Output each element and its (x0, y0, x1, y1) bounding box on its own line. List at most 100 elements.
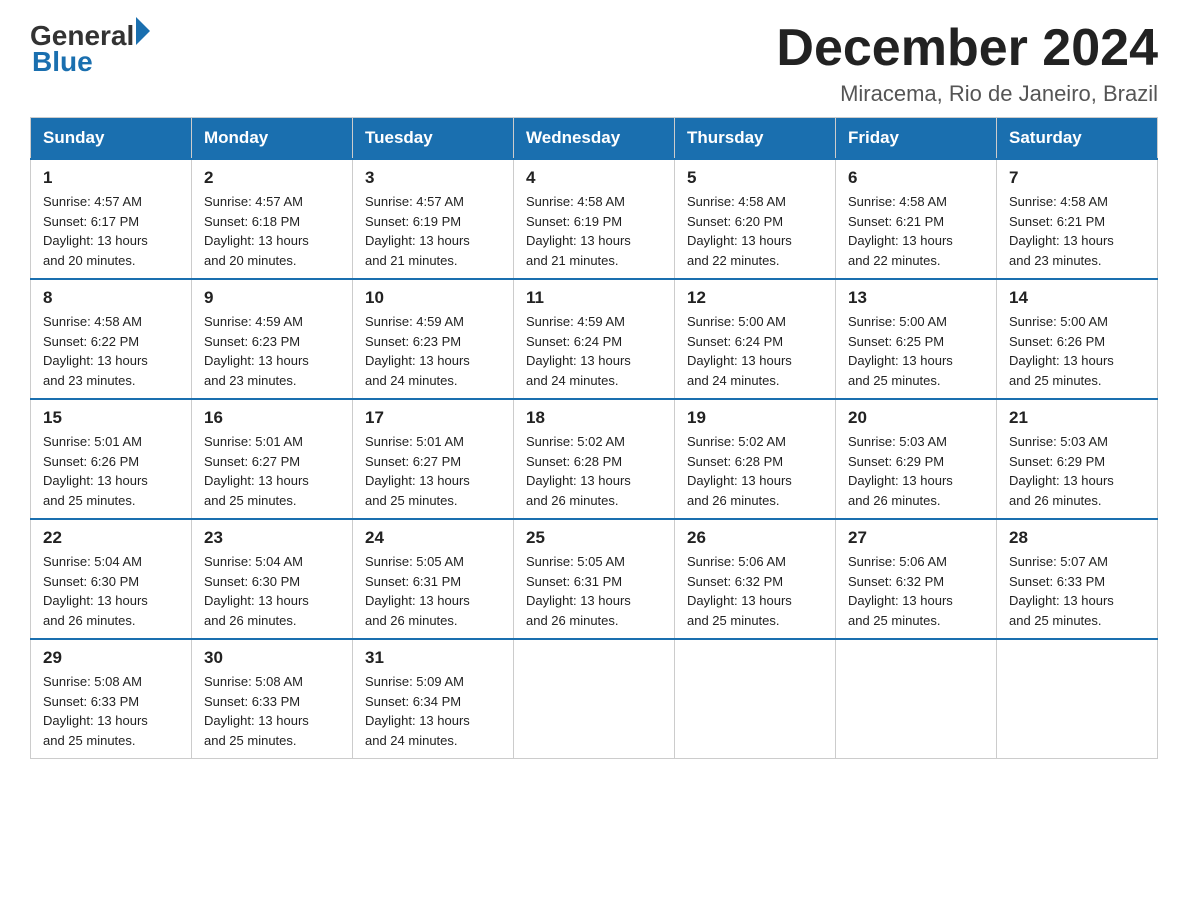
day-number: 19 (687, 408, 823, 428)
calendar-cell: 22 Sunrise: 5:04 AM Sunset: 6:30 PM Dayl… (31, 519, 192, 639)
day-number: 12 (687, 288, 823, 308)
day-number: 16 (204, 408, 340, 428)
calendar-cell: 28 Sunrise: 5:07 AM Sunset: 6:33 PM Dayl… (997, 519, 1158, 639)
calendar-cell: 7 Sunrise: 4:58 AM Sunset: 6:21 PM Dayli… (997, 159, 1158, 279)
calendar-cell: 26 Sunrise: 5:06 AM Sunset: 6:32 PM Dayl… (675, 519, 836, 639)
month-title: December 2024 (776, 20, 1158, 77)
calendar-cell: 2 Sunrise: 4:57 AM Sunset: 6:18 PM Dayli… (192, 159, 353, 279)
day-info: Sunrise: 4:59 AM Sunset: 6:23 PM Dayligh… (204, 312, 340, 390)
week-row-4: 22 Sunrise: 5:04 AM Sunset: 6:30 PM Dayl… (31, 519, 1158, 639)
header-wednesday: Wednesday (514, 118, 675, 160)
calendar-cell: 27 Sunrise: 5:06 AM Sunset: 6:32 PM Dayl… (836, 519, 997, 639)
logo: General Blue (30, 20, 150, 78)
calendar-cell: 20 Sunrise: 5:03 AM Sunset: 6:29 PM Dayl… (836, 399, 997, 519)
calendar-cell: 21 Sunrise: 5:03 AM Sunset: 6:29 PM Dayl… (997, 399, 1158, 519)
day-info: Sunrise: 5:08 AM Sunset: 6:33 PM Dayligh… (43, 672, 179, 750)
day-number: 4 (526, 168, 662, 188)
calendar-cell: 12 Sunrise: 5:00 AM Sunset: 6:24 PM Dayl… (675, 279, 836, 399)
day-number: 14 (1009, 288, 1145, 308)
calendar-cell: 13 Sunrise: 5:00 AM Sunset: 6:25 PM Dayl… (836, 279, 997, 399)
calendar-cell: 18 Sunrise: 5:02 AM Sunset: 6:28 PM Dayl… (514, 399, 675, 519)
day-number: 11 (526, 288, 662, 308)
day-number: 9 (204, 288, 340, 308)
day-number: 1 (43, 168, 179, 188)
calendar-cell: 17 Sunrise: 5:01 AM Sunset: 6:27 PM Dayl… (353, 399, 514, 519)
calendar-header: SundayMondayTuesdayWednesdayThursdayFrid… (31, 118, 1158, 160)
week-row-1: 1 Sunrise: 4:57 AM Sunset: 6:17 PM Dayli… (31, 159, 1158, 279)
calendar-cell: 11 Sunrise: 4:59 AM Sunset: 6:24 PM Dayl… (514, 279, 675, 399)
calendar-cell (836, 639, 997, 759)
calendar-table: SundayMondayTuesdayWednesdayThursdayFrid… (30, 117, 1158, 759)
day-info: Sunrise: 5:02 AM Sunset: 6:28 PM Dayligh… (687, 432, 823, 510)
header-monday: Monday (192, 118, 353, 160)
day-number: 8 (43, 288, 179, 308)
header-tuesday: Tuesday (353, 118, 514, 160)
day-info: Sunrise: 5:03 AM Sunset: 6:29 PM Dayligh… (848, 432, 984, 510)
calendar-cell (514, 639, 675, 759)
day-info: Sunrise: 5:05 AM Sunset: 6:31 PM Dayligh… (526, 552, 662, 630)
day-info: Sunrise: 5:00 AM Sunset: 6:24 PM Dayligh… (687, 312, 823, 390)
day-info: Sunrise: 5:01 AM Sunset: 6:26 PM Dayligh… (43, 432, 179, 510)
day-number: 24 (365, 528, 501, 548)
day-number: 30 (204, 648, 340, 668)
day-number: 6 (848, 168, 984, 188)
calendar-cell (675, 639, 836, 759)
day-info: Sunrise: 5:08 AM Sunset: 6:33 PM Dayligh… (204, 672, 340, 750)
day-info: Sunrise: 4:58 AM Sunset: 6:21 PM Dayligh… (848, 192, 984, 270)
header-row: SundayMondayTuesdayWednesdayThursdayFrid… (31, 118, 1158, 160)
day-info: Sunrise: 5:05 AM Sunset: 6:31 PM Dayligh… (365, 552, 501, 630)
day-number: 29 (43, 648, 179, 668)
week-row-2: 8 Sunrise: 4:58 AM Sunset: 6:22 PM Dayli… (31, 279, 1158, 399)
header-sunday: Sunday (31, 118, 192, 160)
day-info: Sunrise: 5:00 AM Sunset: 6:26 PM Dayligh… (1009, 312, 1145, 390)
calendar-cell: 16 Sunrise: 5:01 AM Sunset: 6:27 PM Dayl… (192, 399, 353, 519)
day-info: Sunrise: 5:01 AM Sunset: 6:27 PM Dayligh… (204, 432, 340, 510)
day-info: Sunrise: 5:00 AM Sunset: 6:25 PM Dayligh… (848, 312, 984, 390)
day-number: 26 (687, 528, 823, 548)
title-area: December 2024 Miracema, Rio de Janeiro, … (776, 20, 1158, 107)
day-info: Sunrise: 5:09 AM Sunset: 6:34 PM Dayligh… (365, 672, 501, 750)
day-info: Sunrise: 4:59 AM Sunset: 6:23 PM Dayligh… (365, 312, 501, 390)
day-info: Sunrise: 5:02 AM Sunset: 6:28 PM Dayligh… (526, 432, 662, 510)
day-number: 5 (687, 168, 823, 188)
day-info: Sunrise: 5:01 AM Sunset: 6:27 PM Dayligh… (365, 432, 501, 510)
week-row-5: 29 Sunrise: 5:08 AM Sunset: 6:33 PM Dayl… (31, 639, 1158, 759)
day-number: 7 (1009, 168, 1145, 188)
day-info: Sunrise: 5:07 AM Sunset: 6:33 PM Dayligh… (1009, 552, 1145, 630)
calendar-cell: 6 Sunrise: 4:58 AM Sunset: 6:21 PM Dayli… (836, 159, 997, 279)
header-saturday: Saturday (997, 118, 1158, 160)
day-number: 2 (204, 168, 340, 188)
header-friday: Friday (836, 118, 997, 160)
day-number: 28 (1009, 528, 1145, 548)
day-info: Sunrise: 4:57 AM Sunset: 6:17 PM Dayligh… (43, 192, 179, 270)
day-number: 25 (526, 528, 662, 548)
day-number: 17 (365, 408, 501, 428)
calendar-cell: 19 Sunrise: 5:02 AM Sunset: 6:28 PM Dayl… (675, 399, 836, 519)
day-info: Sunrise: 4:58 AM Sunset: 6:21 PM Dayligh… (1009, 192, 1145, 270)
calendar-cell: 4 Sunrise: 4:58 AM Sunset: 6:19 PM Dayli… (514, 159, 675, 279)
day-info: Sunrise: 4:59 AM Sunset: 6:24 PM Dayligh… (526, 312, 662, 390)
calendar-cell: 24 Sunrise: 5:05 AM Sunset: 6:31 PM Dayl… (353, 519, 514, 639)
calendar-cell: 8 Sunrise: 4:58 AM Sunset: 6:22 PM Dayli… (31, 279, 192, 399)
calendar-cell: 23 Sunrise: 5:04 AM Sunset: 6:30 PM Dayl… (192, 519, 353, 639)
calendar-cell: 10 Sunrise: 4:59 AM Sunset: 6:23 PM Dayl… (353, 279, 514, 399)
day-info: Sunrise: 5:06 AM Sunset: 6:32 PM Dayligh… (848, 552, 984, 630)
page-header: General Blue December 2024 Miracema, Rio… (30, 20, 1158, 107)
day-number: 3 (365, 168, 501, 188)
day-info: Sunrise: 4:58 AM Sunset: 6:20 PM Dayligh… (687, 192, 823, 270)
calendar-cell: 3 Sunrise: 4:57 AM Sunset: 6:19 PM Dayli… (353, 159, 514, 279)
location-subtitle: Miracema, Rio de Janeiro, Brazil (776, 81, 1158, 107)
calendar-cell: 25 Sunrise: 5:05 AM Sunset: 6:31 PM Dayl… (514, 519, 675, 639)
day-number: 23 (204, 528, 340, 548)
calendar-cell: 14 Sunrise: 5:00 AM Sunset: 6:26 PM Dayl… (997, 279, 1158, 399)
day-info: Sunrise: 5:04 AM Sunset: 6:30 PM Dayligh… (43, 552, 179, 630)
calendar-cell: 31 Sunrise: 5:09 AM Sunset: 6:34 PM Dayl… (353, 639, 514, 759)
day-number: 10 (365, 288, 501, 308)
calendar-cell: 15 Sunrise: 5:01 AM Sunset: 6:26 PM Dayl… (31, 399, 192, 519)
calendar-body: 1 Sunrise: 4:57 AM Sunset: 6:17 PM Dayli… (31, 159, 1158, 759)
calendar-cell: 30 Sunrise: 5:08 AM Sunset: 6:33 PM Dayl… (192, 639, 353, 759)
day-number: 31 (365, 648, 501, 668)
calendar-cell: 1 Sunrise: 4:57 AM Sunset: 6:17 PM Dayli… (31, 159, 192, 279)
calendar-cell (997, 639, 1158, 759)
day-info: Sunrise: 4:57 AM Sunset: 6:18 PM Dayligh… (204, 192, 340, 270)
